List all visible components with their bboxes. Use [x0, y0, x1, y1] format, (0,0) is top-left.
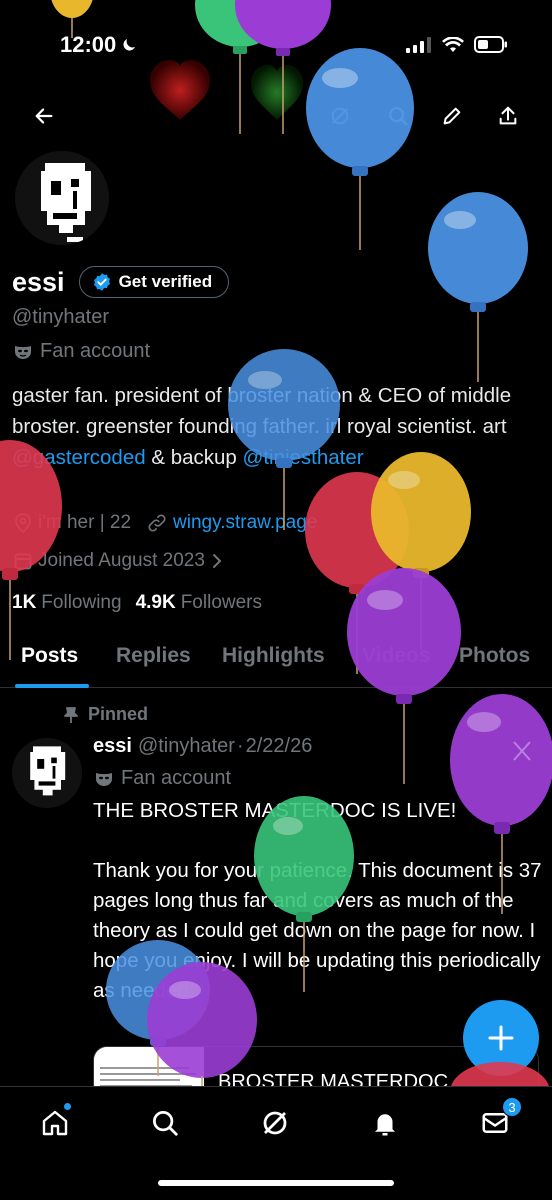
- profile-meta-row: i'm her | 22 wingy.straw.page: [14, 512, 317, 534]
- tab-replies[interactable]: Replies: [116, 644, 191, 668]
- share-icon: [499, 106, 517, 125]
- post-separator: ·: [236, 735, 244, 757]
- get-verified-button[interactable]: Get verified: [78, 266, 230, 298]
- following-count: 1K: [12, 592, 37, 613]
- nav-search[interactable]: [143, 1101, 187, 1145]
- clock-text: 12:00: [60, 32, 117, 57]
- compose-post-button[interactable]: [463, 1000, 539, 1076]
- edit-icon: [443, 107, 461, 125]
- profile-website-link[interactable]: wingy.straw.page: [173, 512, 317, 534]
- verified-badge-icon: [93, 273, 110, 291]
- profile-joined: Joined August 2023: [38, 550, 205, 571]
- moon-icon: [123, 39, 136, 51]
- nav-grok[interactable]: [253, 1101, 297, 1145]
- avatar-image: [15, 151, 109, 245]
- post-avatar-image: [12, 738, 82, 808]
- active-tab-indicator: [15, 684, 89, 688]
- search-button[interactable]: [380, 98, 416, 134]
- edit-button[interactable]: [434, 98, 470, 134]
- bio-text: gaster fan. president of broster nation …: [12, 384, 512, 438]
- post-text: THE BROSTER MASTERDOC IS LIVE! Thank you…: [93, 799, 542, 1002]
- chevron-right-icon: [212, 554, 222, 568]
- back-arrow-icon: [35, 108, 53, 124]
- mask-icon: [15, 345, 31, 359]
- profile-bio: gaster fan. president of broster nation …: [12, 380, 542, 473]
- grok-icon: [263, 1111, 287, 1135]
- balloon-blue-2: [428, 192, 528, 382]
- profile-category-label: Fan account: [40, 340, 151, 362]
- share-button[interactable]: [490, 98, 526, 134]
- profile-tabs: Posts Replies Highlights Videos Photos: [0, 632, 552, 688]
- profile-pronouns: i'm her | 22: [38, 512, 132, 533]
- bell-icon: [375, 1114, 395, 1136]
- profile-category: Fan account: [14, 340, 150, 363]
- profile-joined-row[interactable]: Joined August 2023: [14, 550, 223, 572]
- tab-videos[interactable]: Videos: [362, 644, 430, 668]
- post-header: essi @tinyhater · 2/22/26: [93, 735, 312, 758]
- tab-photos[interactable]: Photos: [459, 644, 530, 668]
- get-verified-label: Get verified: [118, 272, 213, 291]
- bio-mention-tiniesthater[interactable]: @tiniesthater: [243, 446, 364, 469]
- post-author-avatar[interactable]: [12, 738, 82, 808]
- status-time: 12:00: [60, 32, 138, 58]
- followers-stat[interactable]: 4.9K Followers: [136, 592, 262, 614]
- following-label: Following: [41, 592, 122, 613]
- bio-mention-gastercoded[interactable]: @gastercoded: [12, 446, 146, 469]
- tab-posts[interactable]: Posts: [21, 644, 78, 668]
- bio-text-backup: & backup: [145, 446, 243, 469]
- pinned-label: Pinned: [62, 704, 148, 725]
- nav-notifications[interactable]: [363, 1101, 407, 1145]
- messages-badge: 3: [502, 1097, 522, 1117]
- post-author-name[interactable]: essi: [93, 735, 132, 758]
- home-icon: [42, 1110, 68, 1136]
- profile-nav-bar: [0, 90, 552, 144]
- grok-icon: [331, 107, 349, 125]
- calendar-icon: [14, 553, 32, 570]
- pinned-text: Pinned: [88, 704, 149, 724]
- post-author-handle[interactable]: @tinyhater: [138, 735, 235, 758]
- grok-button[interactable]: [322, 98, 358, 134]
- battery-icon: [474, 36, 507, 53]
- pin-icon: [64, 706, 78, 723]
- signal-icon: [406, 36, 431, 53]
- status-bar: 12:00: [0, 0, 552, 90]
- plus-icon: [488, 1025, 514, 1051]
- name-row: essi Get verified: [12, 266, 230, 298]
- location-icon: [15, 513, 31, 533]
- search-icon: [153, 1111, 178, 1136]
- status-icons: [406, 36, 508, 53]
- follow-stats-row: 1K Following 4.9K Followers: [12, 592, 262, 614]
- home-indicator: [158, 1180, 394, 1186]
- post-category: Fan account: [95, 767, 231, 790]
- profile-handle: @tinyhater: [12, 306, 110, 328]
- home-notification-dot: [64, 1103, 71, 1110]
- followers-label: Followers: [180, 592, 263, 613]
- tab-highlights[interactable]: Highlights: [222, 644, 325, 668]
- following-stat[interactable]: 1K Following: [12, 592, 122, 614]
- post-category-label: Fan account: [121, 767, 232, 789]
- search-icon: [389, 107, 408, 126]
- display-name: essi: [12, 266, 65, 297]
- x-logo-watermark: [513, 741, 531, 761]
- followers-count: 4.9K: [135, 592, 176, 613]
- profile-avatar[interactable]: [12, 148, 112, 248]
- balloon-yellow-mid: [371, 452, 471, 650]
- back-button[interactable]: [26, 98, 62, 134]
- wifi-icon: [442, 36, 464, 52]
- link-icon: [148, 514, 166, 532]
- post-date[interactable]: 2/22/26: [246, 735, 313, 758]
- mask-icon: [96, 772, 112, 786]
